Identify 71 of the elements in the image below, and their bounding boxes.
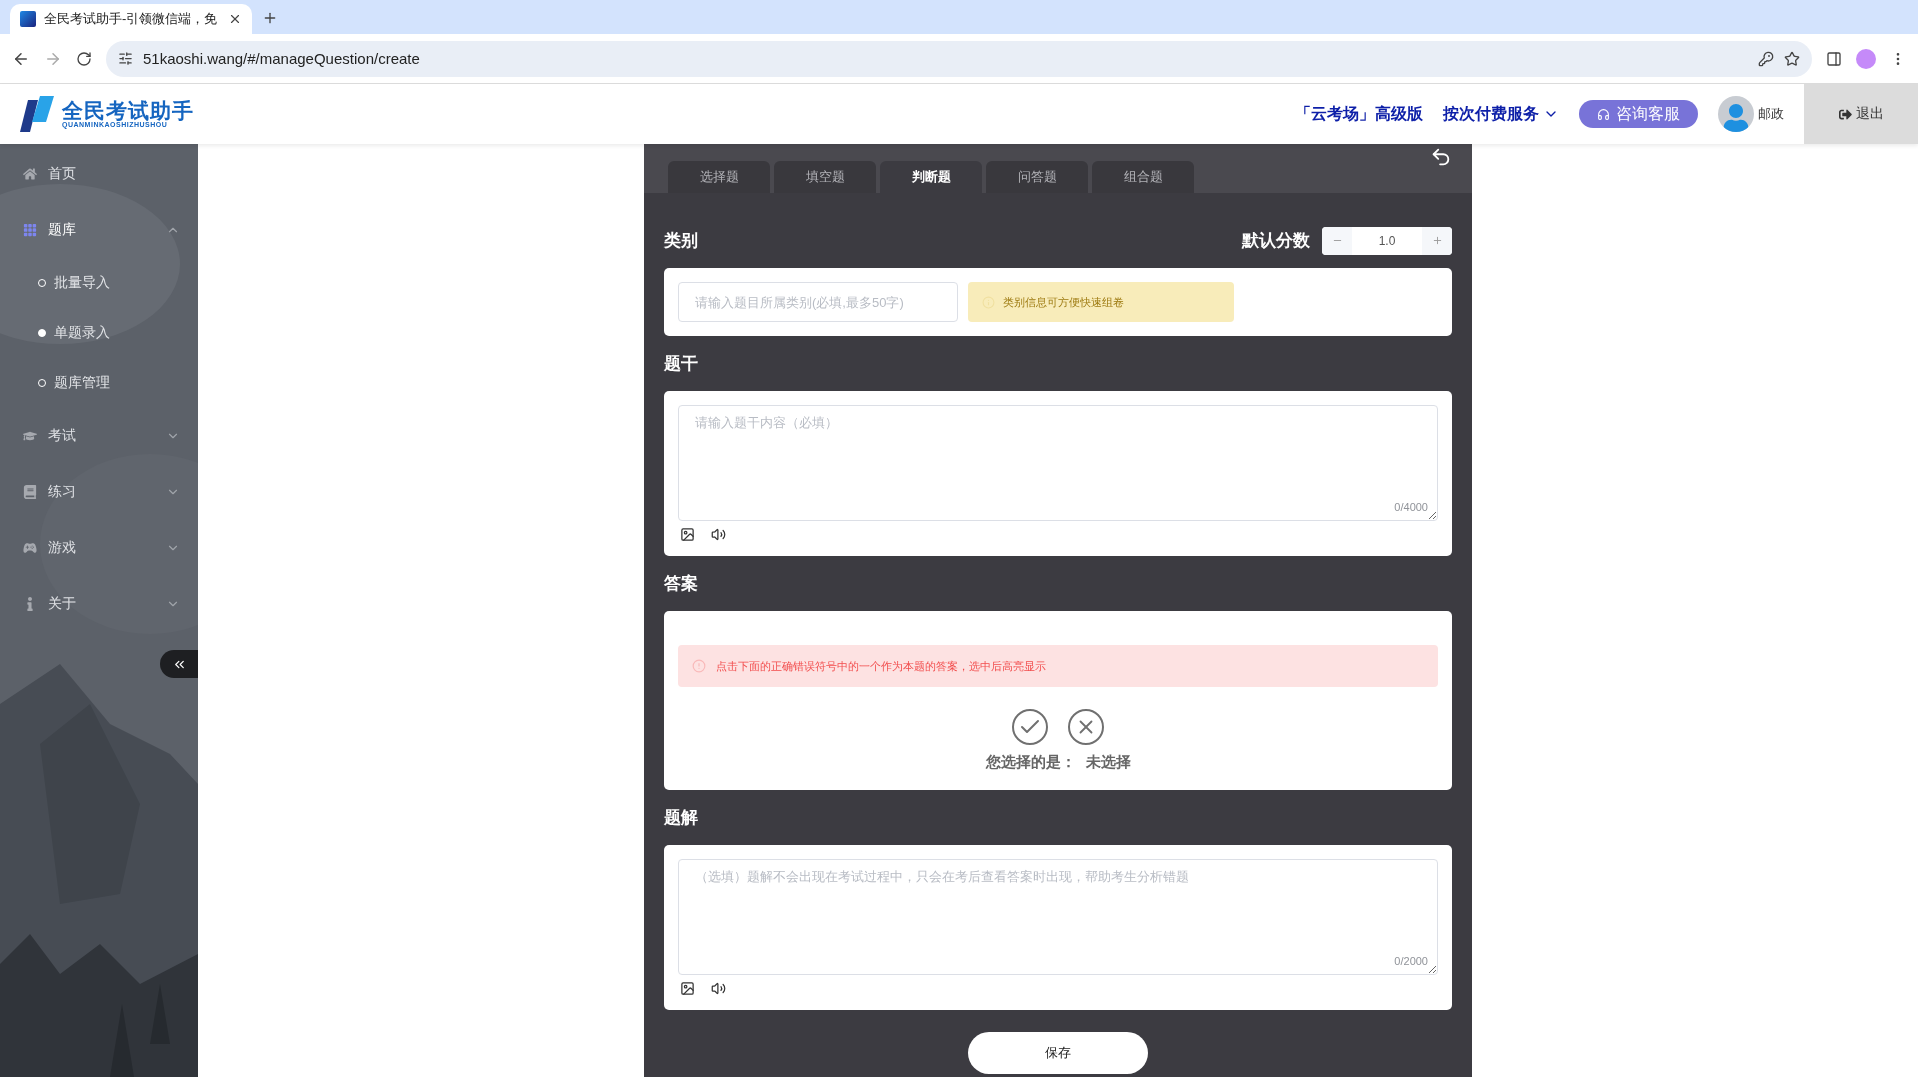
home-icon — [22, 167, 38, 181]
key-icon[interactable] — [1758, 50, 1774, 67]
sidebar-subitem[interactable]: 题库管理 — [0, 358, 198, 408]
user-avatar[interactable] — [1718, 96, 1754, 132]
selection-text: 您选择的是： 未选择 — [984, 753, 1132, 772]
subitem-label: 批量导入 — [54, 274, 110, 292]
increase-button[interactable] — [1422, 226, 1452, 255]
address-bar[interactable]: 51kaoshi.wang/#/manageQuestion/create — [106, 40, 1812, 77]
image-icon[interactable] — [680, 527, 695, 542]
question-type-tab[interactable]: 问答题 — [986, 161, 1088, 193]
subitem-label: 单题录入 — [54, 324, 110, 342]
score-stepper[interactable]: 1.0 — [1322, 226, 1452, 255]
sidebar-item[interactable]: 关于 — [0, 576, 198, 632]
collapse-button[interactable] — [160, 650, 198, 678]
user-name: 邮政 — [1758, 105, 1784, 123]
alert-text: 类别信息可方便快速组卷 — [1003, 294, 1124, 310]
alert-text: 点击下面的正确错误符号中的一个作为本题的答案，选中后高亮显示 — [716, 658, 1046, 674]
sidebar-subitem[interactable]: 单题录入 — [0, 308, 198, 358]
sidebar-subitem[interactable]: 批量导入 — [0, 258, 198, 308]
question-type-tab[interactable]: 选择题 — [668, 161, 770, 193]
subitem-label: 题库管理 — [54, 374, 110, 392]
consult-button[interactable]: 咨询客服 — [1579, 100, 1698, 128]
premium-link[interactable]: 「云考场」高级版 — [1295, 103, 1423, 125]
browser-tab[interactable]: 全民考试助手-引领微信端，免 — [10, 4, 252, 34]
sidebar-item[interactable]: 题库 — [0, 202, 198, 258]
logo-text: 全民考试助手 — [62, 100, 194, 121]
category-field[interactable]: 请输入题目所属类别(必填,最多50字) — [678, 282, 958, 322]
site-settings-icon[interactable] — [118, 51, 133, 66]
logout-button[interactable]: 退出 — [1804, 84, 1918, 144]
wrong-option[interactable] — [1068, 709, 1104, 745]
new-tab-icon[interactable] — [262, 10, 278, 26]
speaker-icon[interactable] — [711, 981, 726, 996]
url-text: 51kaoshi.wang/#/manageQuestion/create — [143, 50, 421, 67]
sidebar-item[interactable]: 考试 — [0, 408, 198, 464]
book-icon — [22, 485, 38, 499]
question-type-tab[interactable]: 填空题 — [774, 161, 876, 193]
sidebar-item[interactable]: 练习 — [0, 464, 198, 520]
question-type-tab[interactable]: 组合题 — [1092, 161, 1194, 193]
logo-icon — [18, 94, 56, 134]
sidebar-item[interactable]: 游戏 — [0, 520, 198, 576]
score-label: 默认分数 — [1242, 230, 1310, 252]
site-icon — [20, 11, 36, 27]
reload-icon[interactable] — [76, 50, 92, 67]
decrease-button[interactable] — [1322, 226, 1352, 255]
section-title: 题干 — [664, 353, 699, 375]
info-icon — [692, 659, 706, 673]
graduation-cap-icon — [22, 429, 38, 443]
logout-icon — [1838, 107, 1852, 121]
plus-icon — [1431, 235, 1443, 246]
headset-icon — [1597, 107, 1610, 121]
image-icon[interactable] — [680, 981, 695, 996]
undo-icon[interactable] — [1430, 146, 1452, 168]
section-title: 答案 — [664, 573, 699, 595]
save-button[interactable]: 保存 — [968, 1032, 1148, 1074]
char-counter: 0/4000 — [1394, 501, 1428, 513]
section-title: 题解 — [664, 807, 699, 829]
info-icon — [982, 295, 995, 309]
score-value: 1.0 — [1377, 232, 1397, 250]
gamepad-icon — [22, 541, 38, 555]
close-icon[interactable] — [228, 12, 242, 26]
correct-option[interactable] — [1012, 709, 1048, 745]
grid-icon — [22, 223, 38, 237]
sidebar-item[interactable]: 首页 — [0, 146, 198, 202]
speaker-icon[interactable] — [711, 527, 726, 542]
question-type-tab[interactable]: 判断题 — [880, 161, 982, 193]
section-title: 类别 — [664, 230, 699, 252]
char-counter: 0/2000 — [1394, 955, 1428, 967]
star-icon[interactable] — [1784, 50, 1800, 67]
tab-title: 全民考试助手-引领微信端，免 — [44, 10, 219, 28]
pay-service-menu[interactable]: 按次付费服务 — [1443, 103, 1559, 125]
side-panel-icon[interactable] — [1826, 50, 1842, 67]
